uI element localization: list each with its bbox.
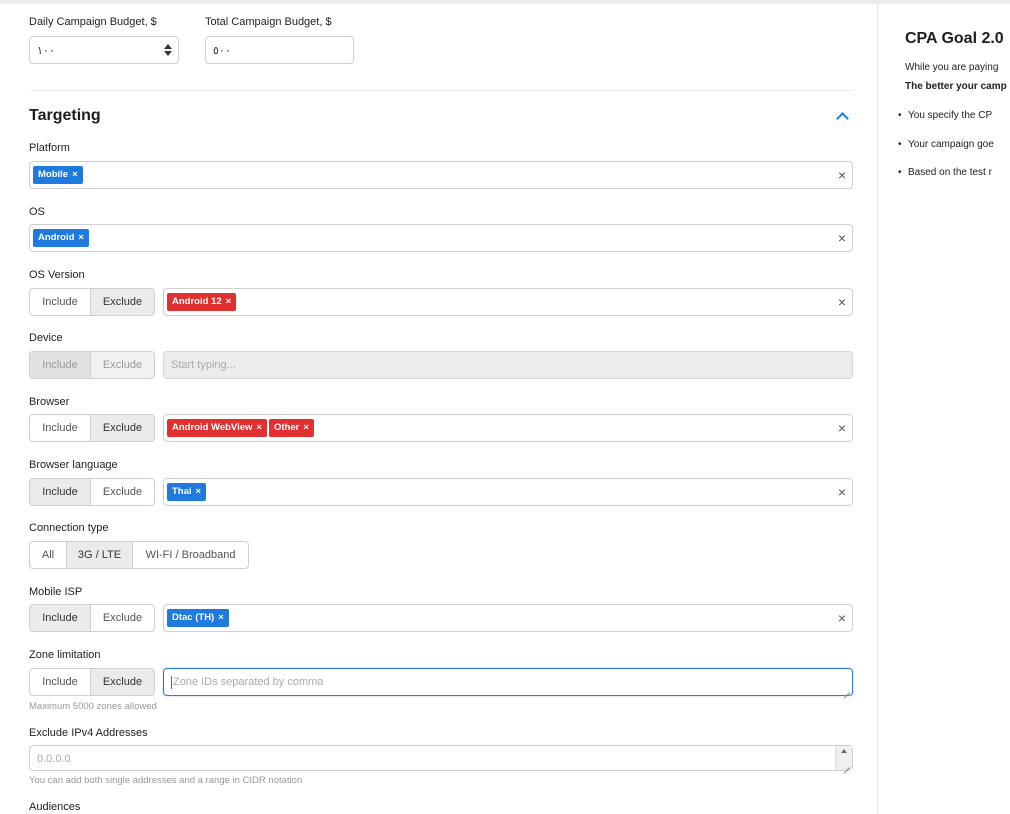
- browser-select[interactable]: Android WebView × Other × ×: [163, 414, 853, 442]
- connection-type-toggle: All 3G / LTE WI-FI / Broadband: [29, 541, 249, 569]
- exclude-ipv4-textarea[interactable]: 0.0.0.0: [29, 745, 853, 771]
- cpa-goal-info-panel: CPA Goal 2.0 While you are paying The be…: [877, 4, 1010, 814]
- cpa-goal-bold-paragraph: The better your camp: [905, 81, 1007, 92]
- zone-limitation-mode-toggle: Include Exclude: [29, 668, 155, 696]
- clear-icon[interactable]: ×: [838, 421, 846, 435]
- cpa-goal-title: CPA Goal 2.0: [905, 30, 1004, 47]
- os-label: OS: [29, 206, 45, 218]
- chevron-up-icon[interactable]: [836, 112, 849, 125]
- clear-icon[interactable]: ×: [838, 231, 846, 245]
- exclude-ipv4-hint: You can add both single addresses and a …: [29, 775, 303, 786]
- tag-chip: Other ×: [268, 419, 314, 437]
- os-version-select[interactable]: Android 12 × ×: [163, 288, 853, 316]
- resize-handle-icon[interactable]: [842, 685, 851, 694]
- connection-type-label: Connection type: [29, 522, 109, 534]
- os-version-label: OS Version: [29, 269, 85, 281]
- browser-label: Browser: [29, 396, 70, 408]
- tag-chip: Thai ×: [167, 483, 207, 501]
- os-version-exclude-button[interactable]: Exclude: [91, 289, 154, 315]
- tag-remove-icon[interactable]: ×: [218, 612, 224, 623]
- total-budget-label: Total Campaign Budget, $: [205, 16, 332, 28]
- exclude-ipv4-label: Exclude IPv4 Addresses: [29, 727, 148, 739]
- device-exclude-button[interactable]: Exclude: [91, 352, 154, 378]
- mobile-isp-label: Mobile ISP: [29, 586, 83, 598]
- zone-exclude-button[interactable]: Exclude: [91, 669, 154, 695]
- cpa-goal-bullet: Your campaign goe: [898, 139, 994, 150]
- device-label: Device: [29, 332, 63, 344]
- tag-chip: Android ×: [33, 229, 89, 247]
- zone-ids-textarea[interactable]: Zone IDs separated by comma: [163, 668, 853, 696]
- browser-language-exclude-button[interactable]: Exclude: [91, 479, 154, 505]
- audiences-label: Audiences: [29, 801, 81, 813]
- browser-exclude-button[interactable]: Exclude: [91, 415, 154, 441]
- os-version-mode-toggle: Include Exclude: [29, 288, 155, 316]
- daily-budget-input[interactable]: ١٠٠: [29, 36, 179, 64]
- mobile-isp-mode-toggle: Include Exclude: [29, 604, 155, 632]
- clear-icon[interactable]: ×: [838, 611, 846, 625]
- tag-remove-icon[interactable]: ×: [256, 422, 262, 433]
- daily-budget-value: ١٠٠: [37, 45, 55, 57]
- browser-include-button[interactable]: Include: [30, 415, 91, 441]
- connection-wifi-button[interactable]: WI-FI / Broadband: [133, 542, 248, 568]
- tag-remove-icon[interactable]: ×: [303, 422, 309, 433]
- connection-3g-lte-button[interactable]: 3G / LTE: [67, 542, 133, 568]
- device-mode-toggle: Include Exclude: [29, 351, 155, 379]
- device-include-button[interactable]: Include: [30, 352, 91, 378]
- os-version-include-button[interactable]: Include: [30, 289, 91, 315]
- resize-handle-icon[interactable]: [842, 760, 851, 769]
- connection-all-button[interactable]: All: [30, 542, 67, 568]
- cpa-goal-paragraph: While you are paying: [905, 62, 999, 73]
- zone-include-button[interactable]: Include: [30, 669, 91, 695]
- campaign-form: Daily Campaign Budget, $ ١٠٠ Total Campa…: [0, 4, 877, 814]
- mobile-isp-exclude-button[interactable]: Exclude: [91, 605, 154, 631]
- tag-remove-icon[interactable]: ×: [196, 486, 202, 497]
- browser-language-select[interactable]: Thai × ×: [163, 478, 853, 506]
- section-divider: [29, 90, 853, 91]
- tag-chip: Dtac (TH) ×: [167, 609, 229, 627]
- text-caret: [171, 676, 172, 689]
- device-select[interactable]: Start typing...: [163, 351, 853, 379]
- clear-icon[interactable]: ×: [838, 485, 846, 499]
- zone-limitation-hint: Maximum 5000 zones allowed: [29, 701, 157, 712]
- zone-ids-placeholder: Zone IDs separated by comma: [173, 676, 324, 688]
- os-select[interactable]: Android × ×: [29, 224, 853, 252]
- tag-remove-icon[interactable]: ×: [226, 296, 232, 307]
- mobile-isp-include-button[interactable]: Include: [30, 605, 91, 631]
- scroll-up-icon[interactable]: [841, 749, 847, 753]
- device-placeholder: Start typing...: [171, 359, 236, 371]
- clear-icon[interactable]: ×: [838, 295, 846, 309]
- platform-label: Platform: [29, 142, 70, 154]
- tag-remove-icon[interactable]: ×: [72, 169, 78, 180]
- browser-mode-toggle: Include Exclude: [29, 414, 155, 442]
- browser-language-include-button[interactable]: Include: [30, 479, 91, 505]
- browser-language-label: Browser language: [29, 459, 118, 471]
- tag-chip: Android 12 ×: [167, 293, 237, 311]
- number-spinner-icon[interactable]: [164, 44, 172, 56]
- clear-icon[interactable]: ×: [838, 168, 846, 182]
- total-budget-input[interactable]: ٥٠٠: [205, 36, 354, 64]
- mobile-isp-select[interactable]: Dtac (TH) × ×: [163, 604, 853, 632]
- platform-select[interactable]: Mobile × ×: [29, 161, 853, 189]
- tag-remove-icon[interactable]: ×: [78, 232, 84, 243]
- browser-language-mode-toggle: Include Exclude: [29, 478, 155, 506]
- daily-budget-label: Daily Campaign Budget, $: [29, 16, 157, 28]
- targeting-title: Targeting: [29, 107, 101, 124]
- cpa-goal-bullet: You specify the CP: [898, 110, 992, 121]
- tag-chip: Mobile ×: [33, 166, 83, 184]
- exclude-ipv4-placeholder: 0.0.0.0: [37, 753, 71, 765]
- zone-limitation-label: Zone limitation: [29, 649, 101, 661]
- tag-chip: Android WebView ×: [167, 419, 267, 437]
- cpa-goal-bullet: Based on the test r: [898, 167, 992, 178]
- total-budget-value: ٥٠٠: [213, 45, 231, 57]
